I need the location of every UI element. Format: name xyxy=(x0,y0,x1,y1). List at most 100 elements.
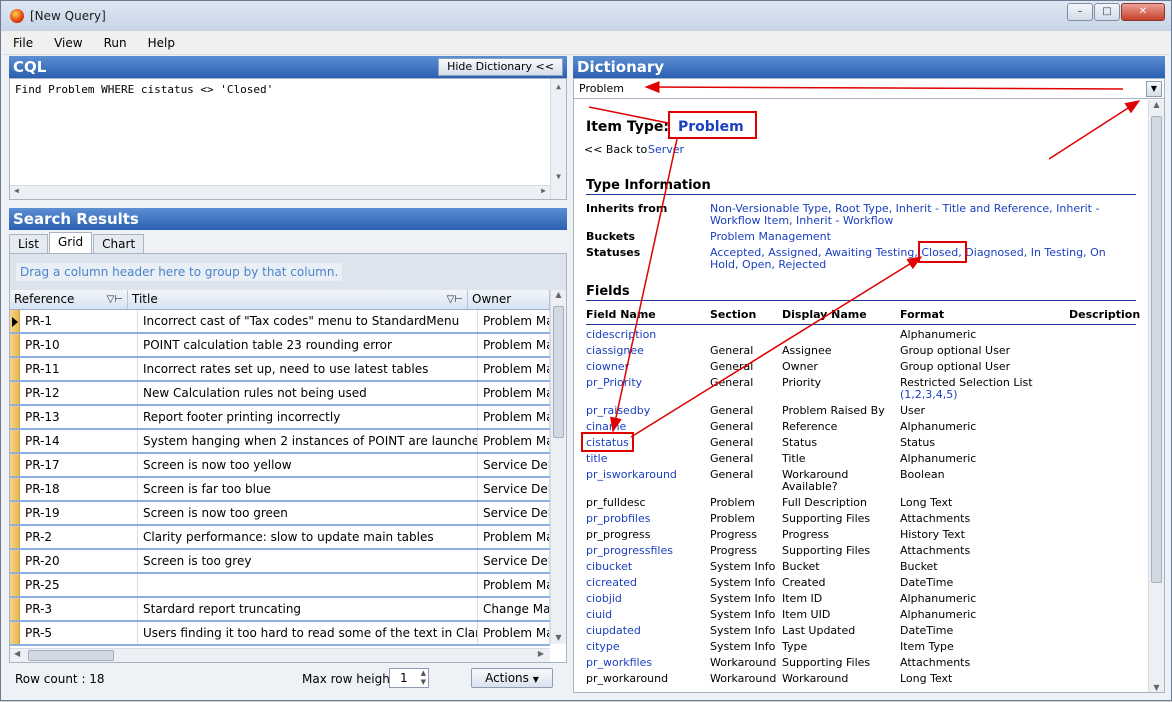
row-indicator[interactable] xyxy=(10,310,20,332)
field-name[interactable]: pr_workfiles xyxy=(586,656,652,669)
table-row[interactable]: PR-1 Incorrect cast of "Tax codes" menu t… xyxy=(10,310,550,334)
cql-horizontal-scrollbar[interactable]: ◀ ▶ xyxy=(10,185,550,199)
max-row-height-spinner[interactable]: 1 ▲ ▼ xyxy=(389,668,429,688)
dictionary-type-select[interactable]: Problem ▼ xyxy=(574,79,1164,99)
table-row[interactable]: PR-25 Problem Manag xyxy=(10,574,550,598)
menu-run[interactable]: Run xyxy=(93,36,137,50)
back-to-server-link[interactable]: Server xyxy=(648,143,684,156)
tab-chart[interactable]: Chart xyxy=(93,234,145,254)
filter-pin-icon[interactable]: ▽⊢ xyxy=(447,290,463,309)
scroll-left-icon[interactable]: ◀ xyxy=(14,186,19,195)
table-row[interactable]: PR-20Screen is too greyService Delive xyxy=(10,550,550,574)
column-title-label: Title xyxy=(132,292,158,306)
row-indicator[interactable] xyxy=(10,550,20,572)
menu-view[interactable]: View xyxy=(43,36,92,50)
tab-list[interactable]: List xyxy=(9,234,48,254)
column-header-reference[interactable]: Reference ▽⊢ xyxy=(10,290,128,309)
scroll-thumb[interactable] xyxy=(28,650,114,661)
scroll-up-icon[interactable]: ▲ xyxy=(1149,100,1164,114)
dictionary-vertical-scrollbar[interactable]: ▲ ▼ xyxy=(1148,100,1164,692)
row-indicator[interactable] xyxy=(10,598,20,620)
table-row[interactable]: PR-3Stardard report truncatingChange Man… xyxy=(10,598,550,622)
buckets-value[interactable]: Problem Management xyxy=(710,230,831,243)
spinner-arrows-icon[interactable]: ▲ ▼ xyxy=(421,669,426,687)
table-row[interactable]: PR-17 Screen is now too yellow Service Del… xyxy=(10,454,550,478)
field-name[interactable]: cibucket xyxy=(586,560,632,573)
field-name[interactable]: title xyxy=(586,452,608,465)
row-indicator[interactable] xyxy=(10,526,20,548)
field-name[interactable]: cidescription xyxy=(586,328,656,341)
tab-grid[interactable]: Grid xyxy=(48,232,93,254)
grid-horizontal-scrollbar[interactable]: ◀ ▶ xyxy=(10,648,550,662)
table-row[interactable]: PR-18Screen is far too blueService Deliv… xyxy=(10,478,550,502)
scroll-right-icon[interactable]: ▶ xyxy=(541,186,546,195)
row-indicator[interactable] xyxy=(10,502,20,524)
table-row[interactable]: PR-10 POINT calculation table 23 rounding… xyxy=(10,334,550,358)
row-indicator[interactable] xyxy=(10,382,20,404)
field-format-values[interactable]: (1,2,3,4,5) xyxy=(900,388,958,401)
inherits-line-2[interactable]: Workflow Item, Inherit - Workflow xyxy=(710,214,893,227)
scroll-right-icon[interactable]: ▶ xyxy=(538,649,544,658)
scroll-up-icon[interactable]: ▲ xyxy=(551,79,566,95)
field-row: pr_isworkaround General Workaround Boolean A… xyxy=(586,468,1136,493)
filter-pin-icon[interactable]: ▽⊢ xyxy=(107,290,123,309)
field-format: Alphanumeric xyxy=(900,592,977,605)
table-row[interactable]: PR-2 Clarity performance: slow to update … xyxy=(10,526,550,550)
row-indicator[interactable] xyxy=(10,574,20,596)
grid-vertical-scrollbar[interactable]: ▲ ▼ xyxy=(550,290,566,644)
table-row[interactable]: PR-19Screen is now too greenService Deli… xyxy=(10,502,550,526)
row-indicator[interactable] xyxy=(10,430,20,452)
main-window: [New Query] – □ ✕ File View Run Help CQL… xyxy=(0,0,1172,701)
menu-help[interactable]: Help xyxy=(137,36,185,50)
field-name[interactable]: citype xyxy=(586,640,620,653)
hide-dictionary-button[interactable]: Hide Dictionary << xyxy=(438,58,563,76)
actions-button[interactable]: Actions ▼ xyxy=(471,668,553,688)
field-section: Progress xyxy=(710,544,757,557)
table-row[interactable]: PR-14 System hanging when 2 instances of … xyxy=(10,430,550,454)
row-indicator[interactable] xyxy=(10,334,20,356)
row-indicator[interactable] xyxy=(10,406,20,428)
column-header-owner[interactable]: Owner xyxy=(468,290,550,309)
row-indicator[interactable] xyxy=(10,622,20,644)
scroll-down-icon[interactable]: ▼ xyxy=(1149,683,1164,692)
scroll-left-icon[interactable]: ◀ xyxy=(14,649,20,658)
field-name[interactable]: ciuid xyxy=(586,608,612,621)
statuses-line-2[interactable]: Hold, Open, Rejected xyxy=(710,258,826,271)
scroll-thumb[interactable] xyxy=(1151,116,1162,583)
minimize-button[interactable]: – xyxy=(1067,3,1093,21)
menu-file[interactable]: File xyxy=(2,36,43,50)
table-row[interactable]: PR-11 Incorrect rates set up, need to use… xyxy=(10,358,550,382)
statuses-part-b[interactable]: , Diagnosed, In Testing, On xyxy=(958,246,1105,259)
field-name[interactable]: ciobjid xyxy=(586,592,622,605)
field-section: General xyxy=(710,376,754,389)
cql-vertical-scrollbar[interactable]: ▲ ▼ xyxy=(550,79,566,199)
scroll-up-icon[interactable]: ▲ xyxy=(551,290,566,304)
row-indicator[interactable] xyxy=(10,454,20,476)
group-by-area[interactable]: Drag a column header here to group by th… xyxy=(10,254,566,290)
row-indicator[interactable] xyxy=(10,478,20,500)
column-header-title[interactable]: Title ▽⊢ xyxy=(128,290,468,309)
cell-owner: Problem Manag xyxy=(478,382,550,404)
field-name[interactable]: ciupdated xyxy=(586,624,641,637)
field-name[interactable]: ciowner xyxy=(586,360,629,373)
field-name[interactable]: pr_raisedby xyxy=(586,404,650,417)
field-name[interactable]: pr_probfiles xyxy=(586,512,650,525)
scroll-down-icon[interactable]: ▼ xyxy=(551,169,566,185)
scroll-thumb[interactable] xyxy=(553,306,564,438)
field-name[interactable]: ciassignee xyxy=(586,344,644,357)
field-name[interactable]: pr_progressfiles xyxy=(586,544,673,557)
chevron-down-icon[interactable]: ▼ xyxy=(1146,81,1162,97)
field-name[interactable]: pr_Priority xyxy=(586,376,642,389)
dictionary-selected-type: Problem xyxy=(579,82,624,95)
field-row: ciuid System Info Item UID Alphanumeric xyxy=(586,608,1136,624)
close-button[interactable]: ✕ xyxy=(1121,3,1165,21)
field-name[interactable]: cicreated xyxy=(586,576,637,589)
cql-editor[interactable]: Find Problem WHERE cistatus <> 'Closed' … xyxy=(9,78,567,200)
table-row[interactable]: PR-12 New Calculation rules not being use… xyxy=(10,382,550,406)
field-name[interactable]: pr_isworkaround xyxy=(586,468,677,481)
row-indicator[interactable] xyxy=(10,358,20,380)
scroll-down-icon[interactable]: ▼ xyxy=(551,633,566,642)
maximize-button[interactable]: □ xyxy=(1094,3,1120,21)
table-row[interactable]: PR-13 Report footer printing incorrectly P… xyxy=(10,406,550,430)
table-row[interactable]: PR-5 Users finding it too hard to read so… xyxy=(10,622,550,646)
